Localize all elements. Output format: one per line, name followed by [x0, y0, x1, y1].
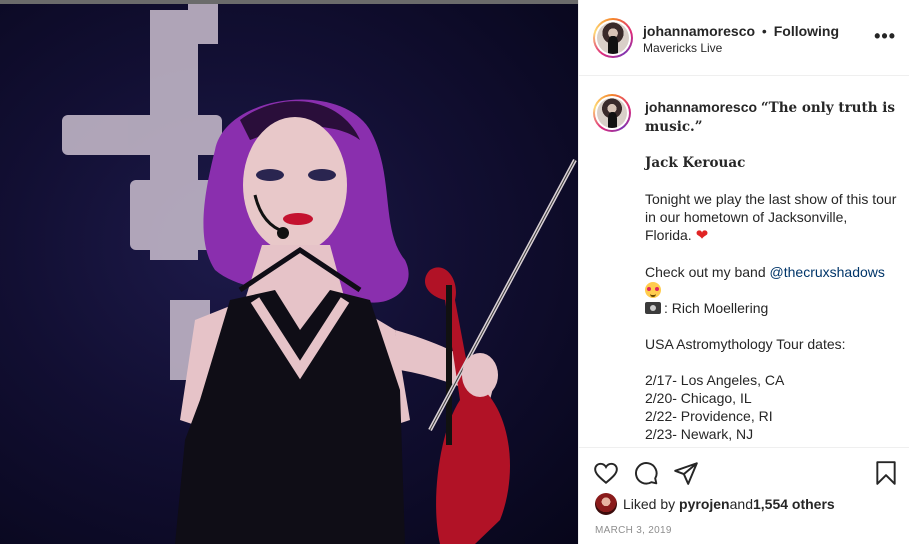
tour-date: 2/22- Providence, RI	[645, 408, 773, 424]
photo-credit: Rich Moellering	[671, 300, 769, 316]
liker-username[interactable]: pyrojen	[679, 496, 730, 512]
likes-count[interactable]: 1,554 others	[753, 496, 835, 512]
post-photo[interactable]	[0, 0, 578, 544]
comment-icon[interactable]	[633, 460, 659, 486]
tour-date: 2/20- Chicago, IL	[645, 390, 752, 406]
heart-emoji-icon: ❤	[695, 227, 709, 244]
camera-emoji-icon	[645, 302, 661, 314]
post-header: johannamoresco • Following Mavericks Liv…	[579, 0, 909, 76]
band-prefix: Check out my band	[645, 264, 770, 280]
caption-paragraph: Tonight we play the last show of this to…	[645, 191, 897, 243]
likes-line[interactable]: Liked by pyrojen and 1,554 others	[595, 492, 835, 516]
caption-area[interactable]: johannamoresco “The only truth is music.…	[579, 77, 909, 447]
location-link[interactable]: Mavericks Live	[643, 41, 722, 55]
heart-eyes-emoji-icon	[645, 282, 661, 298]
post-date[interactable]: MARCH 3, 2019	[595, 525, 672, 536]
tour-heading: USA Astromythology Tour dates:	[645, 336, 846, 352]
likes-prefix: Liked by	[623, 496, 676, 512]
post-side-panel: johannamoresco • Following Mavericks Liv…	[578, 0, 909, 544]
header-user-line: johannamoresco • Following	[643, 23, 839, 39]
likes-middle: and	[729, 496, 753, 512]
liker-avatar[interactable]	[595, 493, 617, 515]
tour-date: 2/23- Newark, NJ	[645, 426, 754, 442]
band-mention-link[interactable]: @thecruxshadows	[770, 264, 885, 280]
following-button[interactable]: Following	[774, 23, 839, 39]
separator-dot: •	[761, 23, 767, 39]
author-username[interactable]: johannamoresco	[643, 23, 755, 39]
heart-icon[interactable]	[593, 460, 619, 486]
more-options-icon[interactable]: •••	[874, 26, 896, 47]
performer-illustration	[62, 4, 577, 544]
share-icon[interactable]	[673, 460, 699, 486]
author-avatar[interactable]	[593, 18, 633, 58]
caption-username[interactable]: johannamoresco	[645, 99, 757, 115]
caption-author: Jack Kerouac	[645, 155, 746, 171]
action-bar	[579, 447, 909, 497]
bookmark-icon[interactable]	[873, 460, 899, 486]
post-caption: johannamoresco “The only truth is music.…	[645, 99, 897, 442]
caption-avatar[interactable]	[593, 94, 631, 132]
tour-date: 2/17- Los Angeles, CA	[645, 372, 785, 388]
